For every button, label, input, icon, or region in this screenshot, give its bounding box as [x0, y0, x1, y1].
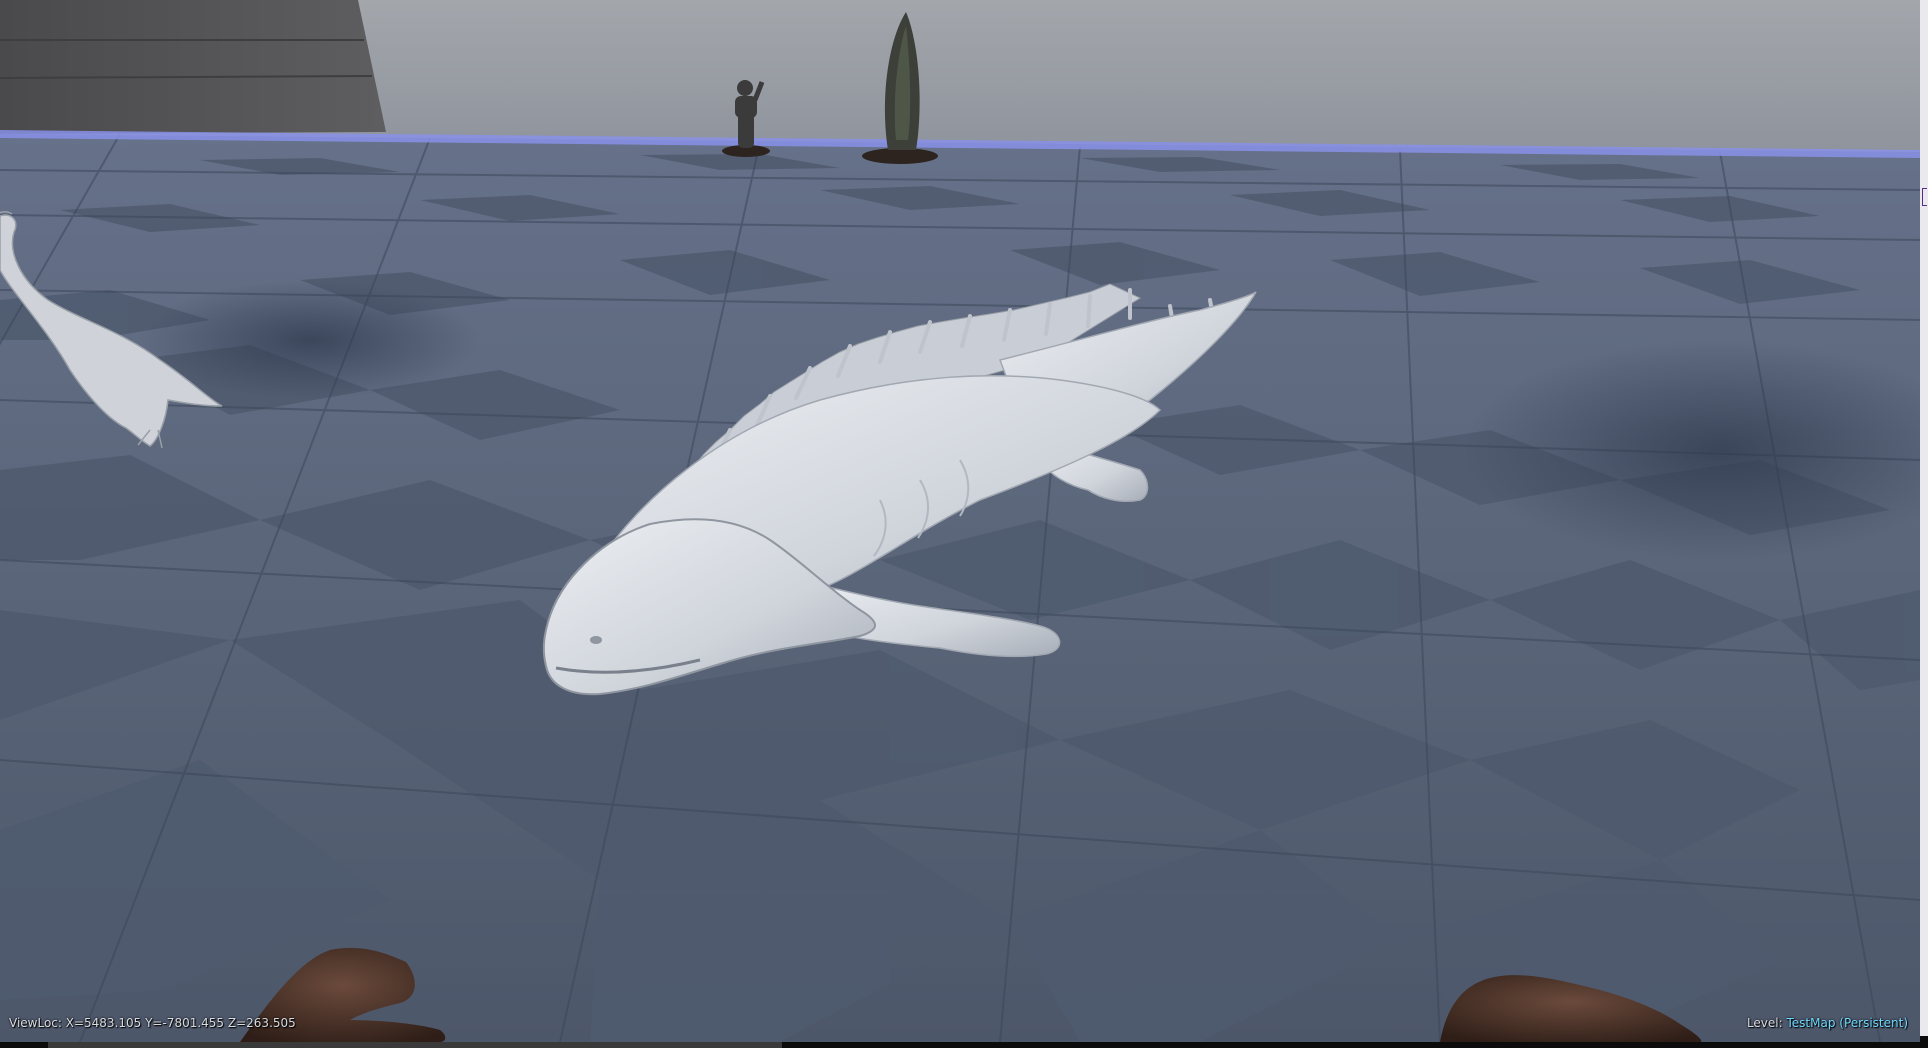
wall-block	[0, 0, 386, 134]
level-name: TestMap (Persistent)	[1786, 1016, 1909, 1030]
bottom-scrollbar-thumb[interactable]	[48, 1042, 782, 1048]
bottom-scrollbar[interactable]	[0, 1042, 1928, 1048]
right-edge-corner	[1920, 1036, 1928, 1048]
level-label: Level:	[1746, 1016, 1783, 1030]
game-scene	[0, 0, 1920, 1042]
game-viewport[interactable]: ViewLoc: X=5483.105 Y=-7801.455 Z=263.50…	[0, 0, 1920, 1042]
level-readout: Level: TestMap (Persistent)	[1747, 1016, 1908, 1030]
right-edge-panel	[1920, 0, 1928, 1048]
viewloc-readout: ViewLoc: X=5483.105 Y=-7801.455 Z=263.50…	[9, 1016, 296, 1030]
right-panel-tab[interactable]	[1922, 188, 1927, 206]
